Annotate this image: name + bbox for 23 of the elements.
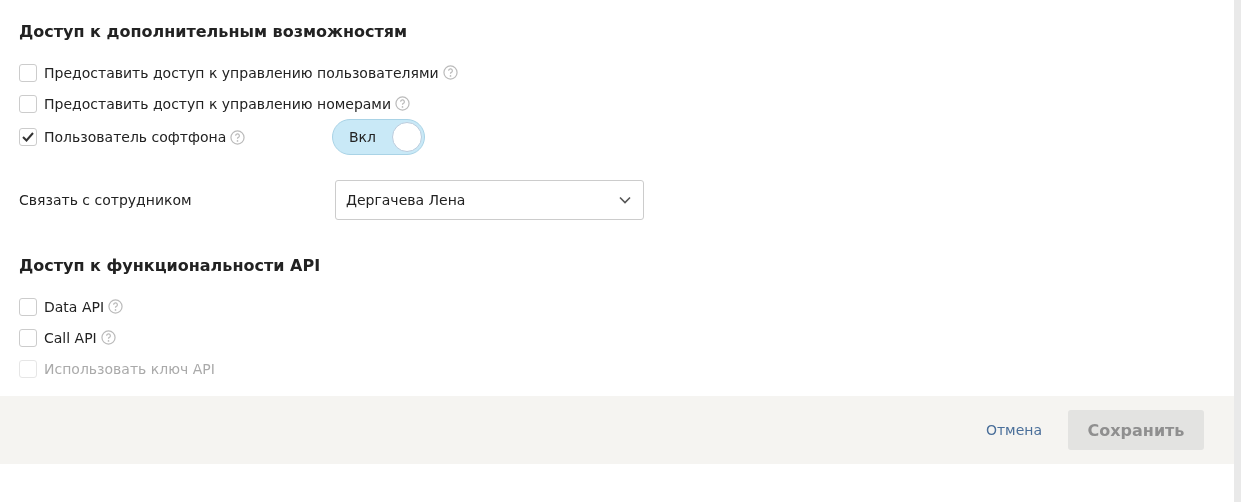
checkbox[interactable] [19, 94, 37, 113]
cancel-link[interactable]: Отмена [985, 422, 1042, 438]
section-title: Доступ к дополнительным возможностям [19, 21, 409, 43]
toggle-switch[interactable]: Вкл [332, 119, 425, 155]
help-icon[interactable] [108, 299, 124, 314]
section-title: Доступ к функциональности API [19, 255, 322, 277]
help-icon[interactable] [100, 330, 116, 345]
option-label: Call API [44, 329, 97, 346]
option-label: Предоставить доступ к управлению номерами [44, 95, 392, 112]
chevron-down-icon [619, 196, 631, 204]
field-label: Связать с сотрудником [19, 192, 193, 208]
option-label: Предоставить доступ к управлению пользователями [44, 64, 439, 81]
checkbox[interactable] [19, 297, 37, 316]
help-icon[interactable] [442, 65, 458, 80]
checkbox[interactable] [19, 63, 37, 82]
option-label: Пользователь софтфона [44, 129, 227, 145]
help-icon[interactable] [395, 96, 411, 111]
option-label: Data API [44, 298, 105, 315]
employee-dropdown[interactable]: Дергачева Лена [335, 180, 644, 220]
help-icon[interactable] [230, 129, 246, 145]
checkbox[interactable] [19, 328, 37, 347]
checkbox[interactable] [19, 128, 37, 146]
option-label: Использовать ключ API [44, 360, 215, 377]
